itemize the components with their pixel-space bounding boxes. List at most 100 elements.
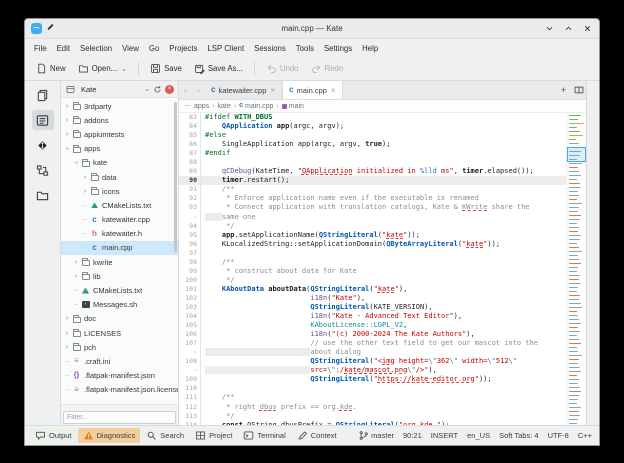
tree-item-doc[interactable]: › doc bbox=[61, 312, 178, 326]
chevron-collapsed-icon[interactable]: › bbox=[63, 344, 71, 351]
status-encoding[interactable]: UTF-8 bbox=[548, 431, 569, 440]
sidebar-tool-symbols[interactable] bbox=[32, 160, 54, 180]
reload-project-button[interactable] bbox=[153, 85, 162, 94]
tree-item-messages.sh[interactable]: – › Messages.sh bbox=[61, 298, 178, 312]
chevron-expanded-icon[interactable]: › bbox=[64, 145, 71, 153]
tree-item-.flatpak-manifest.json.license[interactable]: – ≡ .flatpak-manifest.json.license bbox=[61, 383, 178, 397]
code-line-96[interactable]: 96 KLocalizedString::setApplicationDomai… bbox=[179, 239, 586, 249]
code-line-114[interactable]: 114 const QString dbusPrefix = QStringLi… bbox=[179, 420, 586, 425]
tree-item-data[interactable]: › data bbox=[61, 170, 178, 184]
code-line-98[interactable]: 98 /** bbox=[179, 257, 586, 267]
code-line-84[interactable]: 84 QApplication app(argc, argv); bbox=[179, 122, 586, 132]
code-line-wrap[interactable]: ~ src=\":/kate/mascot.png\"/>"), bbox=[179, 366, 586, 376]
chevron-collapsed-icon[interactable]: › bbox=[81, 174, 89, 181]
save-as-button[interactable]: Save As... bbox=[189, 60, 248, 77]
sidebar-tool-filesystem[interactable] bbox=[32, 185, 54, 205]
tree-item-kate[interactable]: › kate bbox=[61, 156, 178, 170]
tree-item-.craft.ini[interactable]: – ≡ .craft.ini bbox=[61, 354, 178, 368]
code-line-112[interactable]: 112 * right dbus prefix == org.kde. bbox=[179, 402, 586, 412]
tree-item-.flatpak-manifest.json[interactable]: –{} .flatpak-manifest.json bbox=[61, 369, 178, 383]
menu-edit[interactable]: Edit bbox=[52, 42, 75, 55]
code-line-85[interactable]: 85 #else bbox=[179, 131, 586, 141]
statusbar-context-button[interactable]: Context bbox=[292, 428, 342, 443]
close-tab-icon[interactable]: × bbox=[331, 86, 336, 95]
code-line-91[interactable]: 91 /** bbox=[179, 185, 586, 195]
maximize-button[interactable] bbox=[563, 23, 574, 34]
tree-item-cmakelists.txt[interactable]: – CMakeLists.txt bbox=[61, 283, 178, 297]
tree-item-katewaiter.cpp[interactable]: – c katewaiter.cpp bbox=[61, 213, 178, 227]
chevron-collapsed-icon[interactable]: › bbox=[63, 330, 71, 337]
menu-selection[interactable]: Selection bbox=[75, 42, 117, 55]
tree-item-lib[interactable]: › lib bbox=[61, 269, 178, 283]
menu-file[interactable]: File bbox=[29, 42, 52, 55]
statusbar-output-button[interactable]: Output bbox=[30, 428, 77, 443]
code-line-99[interactable]: 99 * construct about data for Kate bbox=[179, 266, 586, 276]
chevron-collapsed-icon[interactable]: › bbox=[72, 259, 80, 266]
status-dictionary[interactable]: en_US bbox=[467, 431, 490, 440]
new-tab-button[interactable]: + bbox=[556, 81, 571, 99]
code-line-83[interactable]: 83 #ifdef WITH_DBUS bbox=[179, 113, 586, 123]
menu-tools[interactable]: Tools bbox=[291, 42, 319, 55]
code-line-101[interactable]: 101 KAboutData aboutData(QStringLiteral(… bbox=[179, 284, 586, 294]
tree-item-icons[interactable]: › icons bbox=[61, 184, 178, 198]
project-selector[interactable]: Kate bbox=[81, 85, 141, 94]
statusbar-diagnostics-button[interactable]: Diagnostics bbox=[77, 428, 141, 443]
code-line-105[interactable]: 105 KAboutLicense::LGPL_V2, bbox=[179, 321, 586, 331]
code-line-103[interactable]: 103 QStringLiteral(KATE_VERSION), bbox=[179, 302, 586, 313]
chevron-down-icon[interactable]: ⌄ bbox=[121, 65, 127, 73]
code-view[interactable]: 83 #ifdef WITH_DBUS 84 QApplication app(ar… bbox=[179, 113, 586, 425]
code-line-110[interactable]: 110 bbox=[179, 384, 586, 394]
code-line-89[interactable]: 89 qCDebug(KateTime, "QApplication initi… bbox=[179, 167, 586, 177]
tab-back-button[interactable]: ‹ bbox=[179, 81, 192, 99]
tree-scrollbar[interactable] bbox=[174, 102, 177, 252]
save-button[interactable]: Save bbox=[145, 60, 187, 77]
code-line-97[interactable]: 97 bbox=[179, 248, 586, 258]
code-line-108[interactable]: 108 QStringLiteral("<img height=\"362\" … bbox=[179, 357, 586, 367]
breadcrumb-item-main.cpp[interactable]: c main.cpp bbox=[239, 102, 273, 110]
close-button[interactable] bbox=[582, 23, 593, 34]
chevron-collapsed-icon[interactable]: › bbox=[81, 188, 89, 195]
tree-item-cmakelists.txt[interactable]: – CMakeLists.txt bbox=[61, 198, 178, 212]
sidebar-tool-project[interactable] bbox=[31, 110, 54, 130]
minimap-viewport[interactable] bbox=[567, 147, 586, 162]
tab-katewaiter.cpp[interactable]: c katewaiter.cpp × bbox=[205, 81, 283, 99]
code-line-92[interactable]: 92 * Enforce application name even if th… bbox=[179, 194, 586, 204]
new-button[interactable]: New bbox=[31, 60, 71, 77]
status-git-branch[interactable]: master bbox=[358, 430, 394, 441]
menu-settings[interactable]: Settings bbox=[319, 42, 357, 55]
status-cursor-position[interactable]: 90:21 bbox=[403, 431, 422, 440]
tree-item-appiumtests[interactable]: › appiumtests bbox=[61, 127, 178, 141]
tree-item-kwrite[interactable]: › kwrite bbox=[61, 255, 178, 269]
code-line-90[interactable]: 90 timer.restart(); bbox=[179, 176, 586, 186]
chevron-expanded-icon[interactable]: › bbox=[73, 159, 80, 167]
code-line-86[interactable]: 86 SingleApplication app(argc, argv, tru… bbox=[179, 140, 586, 150]
tab-forward-button[interactable]: › bbox=[192, 81, 205, 99]
chevron-collapsed-icon[interactable]: › bbox=[63, 315, 71, 322]
breadcrumb-item-main[interactable]: main bbox=[281, 103, 304, 110]
menu-projects[interactable]: Projects bbox=[164, 42, 202, 55]
chevron-collapsed-icon[interactable]: › bbox=[72, 273, 80, 280]
menu-sessions[interactable]: Sessions bbox=[249, 42, 291, 55]
status-input-mode[interactable]: INSERT bbox=[431, 431, 458, 440]
status-tab-settings[interactable]: Soft Tabs: 4 bbox=[499, 431, 538, 440]
tree-item-katewaiter.h[interactable]: – h katewaiter.h bbox=[61, 227, 178, 241]
code-line-107[interactable]: 107 // use the other text field to get o… bbox=[179, 339, 586, 349]
tab-main.cpp[interactable]: c main.cpp × bbox=[282, 81, 343, 99]
code-line-102[interactable]: 102 i18n("Kate"), bbox=[179, 293, 586, 303]
statusbar-project-button[interactable]: Project bbox=[190, 428, 237, 443]
tree-item-licenses[interactable]: › LICENSES bbox=[61, 326, 178, 340]
open-button[interactable]: Open... ⌄ bbox=[73, 60, 132, 77]
code-line-95[interactable]: 95 app.setApplicationName(QStringLiteral… bbox=[179, 230, 586, 240]
menu-view[interactable]: View bbox=[117, 42, 144, 55]
code-line-104[interactable]: 104 i18n("Kate - Advanced Text Editor"), bbox=[179, 312, 586, 322]
minimap-scrollbar[interactable] bbox=[566, 113, 586, 425]
tree-item-main.cpp[interactable]: – c main.cpp bbox=[61, 240, 178, 256]
chevron-collapsed-icon[interactable]: › bbox=[63, 117, 71, 124]
menu-lsp-client[interactable]: LSP Client bbox=[202, 42, 249, 55]
close-tab-icon[interactable]: × bbox=[270, 86, 275, 95]
statusbar-terminal-button[interactable]: Terminal bbox=[238, 428, 290, 443]
code-line-wrap[interactable]: ~ same one bbox=[179, 212, 586, 222]
menu-go[interactable]: Go bbox=[144, 42, 164, 55]
sidebar-tool-documents[interactable] bbox=[32, 85, 54, 105]
tree-item-addons[interactable]: › addons bbox=[61, 113, 178, 127]
